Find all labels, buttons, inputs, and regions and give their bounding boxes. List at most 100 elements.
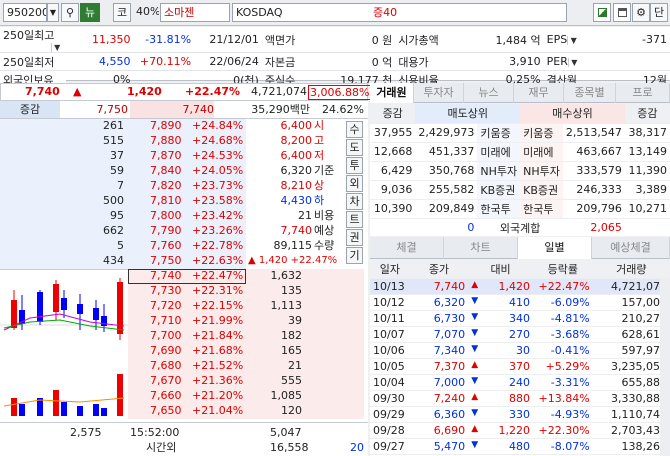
tab-daily[interactable]: 일별: [518, 237, 592, 259]
search-icon[interactable]: ⚲: [61, 3, 79, 22]
daily-change: ▲ 1,220: [468, 422, 533, 439]
dropdown-icon[interactable]: ▼: [567, 36, 579, 45]
orderbook: 수도투외차트권기 261 7,890 +24.84% 515 7,880 +24.68% 3…: [0, 119, 368, 422]
bid-rate: +21.99%: [192, 314, 244, 327]
tab-investor[interactable]: 투자자: [414, 83, 464, 103]
daily-row[interactable]: 10/06 7,340 ▼ 30 -0.41% 597,972: [370, 342, 670, 359]
dropdown-icon[interactable]: ▼: [50, 43, 63, 52]
stock-info-grid: 250일최고 ▼ 11,350 -31.81% 21/12/01 액면가 0 원 …: [0, 27, 670, 89]
daily-row[interactable]: 10/04 7,000 ▼ 240 -3.31% 655,880: [370, 374, 670, 391]
bid-qty: 135: [281, 284, 302, 297]
ask-price[interactable]: 7,890: [150, 120, 182, 132]
market-button[interactable]: 뉴: [80, 3, 100, 22]
buy-delta: 10,271: [624, 199, 670, 219]
after-hours-label: 시간외: [146, 441, 177, 454]
daily-rate: -0.41%: [532, 342, 593, 359]
ask-price[interactable]: 7,880: [150, 135, 182, 147]
ask-price[interactable]: 7,870: [150, 150, 182, 162]
tab-expected[interactable]: 예상체결: [592, 237, 670, 259]
bid-price[interactable]: 7,680: [150, 360, 182, 372]
buy-broker: 한국투: [520, 199, 563, 219]
bid-price[interactable]: 7,720: [150, 300, 182, 312]
ask-qty: 59: [110, 164, 124, 177]
daily-date: 10/12: [370, 294, 410, 311]
tab-trades[interactable]: 체결: [370, 237, 444, 259]
side-button-1[interactable]: 수: [346, 121, 363, 138]
bid-rate: +21.04%: [192, 404, 244, 417]
daily-row[interactable]: 10/12 6,320 ▼ 410 -6.09% 157,009: [370, 294, 670, 311]
tab-chart[interactable]: 차트: [444, 237, 518, 259]
ask-qty: 37: [110, 149, 124, 162]
side-button-4[interactable]: 외: [346, 175, 363, 192]
daily-rate: +5.29%: [532, 358, 593, 375]
daily-row[interactable]: 09/27 5,470 ▼ 480 -8.07% 138,260: [370, 438, 670, 455]
ask-price[interactable]: 7,750: [150, 255, 182, 267]
daily-change: ▼ 30: [468, 342, 533, 359]
tab-financial[interactable]: 재무: [514, 83, 564, 103]
daily-rate: -6.09%: [532, 294, 593, 311]
chart-icon[interactable]: [593, 3, 611, 22]
tab-program[interactable]: 프로: [616, 83, 670, 103]
side-button-2[interactable]: 도: [346, 139, 363, 156]
side-button-6[interactable]: 트: [346, 211, 363, 228]
single-view-button[interactable]: 단: [650, 3, 668, 22]
bid-price[interactable]: 7,700: [150, 330, 182, 342]
daily-rate: +13.84%: [532, 390, 593, 407]
side-button-5[interactable]: 차: [346, 193, 363, 210]
stock-code-input[interactable]: 950200: [3, 3, 47, 22]
daily-rate: +22.47%: [532, 278, 593, 295]
info-label: 대용가: [395, 52, 459, 71]
side-button-7[interactable]: 권: [346, 229, 363, 246]
bid-price[interactable]: 7,670: [150, 375, 182, 387]
ask-price[interactable]: 7,810: [150, 195, 182, 207]
ask-price[interactable]: 7,800: [150, 210, 182, 222]
side-button-8[interactable]: 기: [346, 247, 363, 264]
daily-row[interactable]: 09/28 6,690 ▲ 1,220 +22.30% 2,703,432: [370, 422, 670, 439]
ask-price[interactable]: 7,790: [150, 225, 182, 237]
code-dropdown-icon[interactable]: ▼: [47, 3, 59, 22]
down-arrow-icon: ▼: [471, 343, 479, 354]
daily-volume: 1,110,749: [592, 406, 670, 423]
daily-row[interactable]: 10/11 6,730 ▼ 340 -4.81% 210,274: [370, 310, 670, 327]
sell-qty: 451,337: [415, 142, 478, 162]
summary-value: 4,430: [280, 194, 313, 207]
bid-price[interactable]: 7,730: [150, 285, 182, 297]
bid-price[interactable]: 7,690: [150, 345, 182, 357]
daily-row[interactable]: 09/30 7,240 ▲ 880 +13.84% 3,330,883: [370, 390, 670, 407]
daily-rate: -8.07%: [532, 438, 593, 455]
side-button-3[interactable]: 투: [346, 157, 363, 174]
tab-by-stock[interactable]: 종목별: [564, 83, 616, 103]
daily-change: ▲ 880: [468, 390, 533, 407]
tab-broker[interactable]: 거래원: [370, 83, 414, 103]
grid-icon[interactable]: [613, 3, 631, 22]
ask-price[interactable]: 7,760: [150, 240, 182, 252]
daily-row[interactable]: 10/13 7,740 ▲ 1,420 +22.47% 4,721,074: [370, 278, 670, 295]
daily-change: ▲ 370: [468, 358, 533, 375]
header-volume: 거래량: [592, 260, 670, 279]
gear-icon[interactable]: ⚙: [632, 3, 650, 22]
daily-row[interactable]: 09/29 6,360 ▼ 330 -4.93% 1,110,749: [370, 406, 670, 423]
buy-delta: 38,317: [624, 123, 670, 143]
ask-rate: +24.68%: [192, 134, 244, 147]
daily-row[interactable]: 10/05 7,370 ▲ 370 +5.29% 3,235,051: [370, 358, 670, 375]
scrollbar[interactable]: [660, 278, 670, 456]
ask-price[interactable]: 7,840: [150, 165, 182, 177]
bid-price[interactable]: 7,710: [150, 315, 182, 327]
market-label: KOSDAQ 증40: [232, 3, 567, 22]
ask-rate: +23.26%: [192, 224, 244, 237]
bid-price[interactable]: 7,650: [150, 405, 182, 417]
ask-price[interactable]: 7,820: [150, 180, 182, 192]
daily-date: 10/04: [370, 374, 410, 391]
sell-broker: KB증권: [477, 180, 521, 200]
tab-news[interactable]: 뉴스: [464, 83, 514, 103]
dropdown-icon[interactable]: ▼: [567, 58, 580, 67]
bid-rate: +21.84%: [192, 329, 244, 342]
bid-price[interactable]: 7,660: [150, 390, 182, 402]
daily-row[interactable]: 10/07 7,070 ▼ 270 -3.68% 628,619: [370, 326, 670, 343]
bid-rate: +21.36%: [192, 374, 244, 387]
buy-broker: NH투자: [520, 161, 563, 181]
info-tabs: 거래원 투자자 뉴스 재무 종목별 프로: [370, 83, 670, 103]
daily-close: 5,470: [409, 438, 469, 455]
daily-date: 09/30: [370, 390, 410, 407]
info-label: 시가총액: [395, 27, 459, 53]
